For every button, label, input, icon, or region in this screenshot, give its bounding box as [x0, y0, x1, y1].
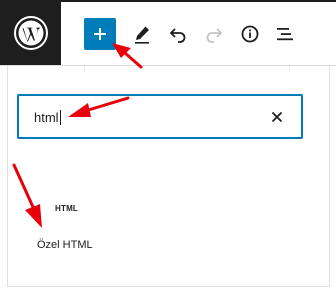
text-caret	[59, 110, 61, 125]
redo-icon	[206, 28, 223, 43]
inserter-panel-border	[7, 66, 8, 287]
block-result-custom-html[interactable]: HTML Özel HTML	[28, 196, 108, 260]
html-block-icon: HTML	[55, 204, 79, 213]
search-query-text: html	[34, 110, 59, 125]
toggle-block-inserter-button[interactable]	[84, 18, 116, 50]
divider	[84, 66, 85, 72]
document-overview-button[interactable]	[269, 18, 301, 50]
undo-icon	[169, 28, 186, 43]
close-icon	[271, 111, 283, 123]
inserter-panel-border	[7, 286, 330, 287]
wordpress-logo-button[interactable]	[0, 0, 61, 66]
clear-search-button[interactable]	[267, 107, 287, 127]
toolbar-top-border	[61, 0, 336, 2]
info-icon	[241, 25, 259, 43]
plus-icon	[94, 28, 106, 40]
search-query[interactable]: html	[34, 110, 61, 126]
tools-button[interactable]	[126, 18, 158, 50]
wordpress-icon	[13, 16, 48, 50]
redo-button[interactable]	[198, 18, 230, 50]
block-result-title: Özel HTML	[37, 239, 93, 251]
block-editor: html HTML Özel HTML	[0, 0, 336, 301]
pencil-icon	[135, 26, 149, 44]
block-search-input[interactable]: html	[17, 94, 303, 139]
list-view-icon	[277, 28, 293, 41]
undo-button[interactable]	[162, 18, 194, 50]
toolbar-divider	[0, 65, 336, 66]
inserter-panel-border	[329, 66, 330, 287]
divider	[289, 66, 290, 72]
details-button[interactable]	[234, 18, 266, 50]
